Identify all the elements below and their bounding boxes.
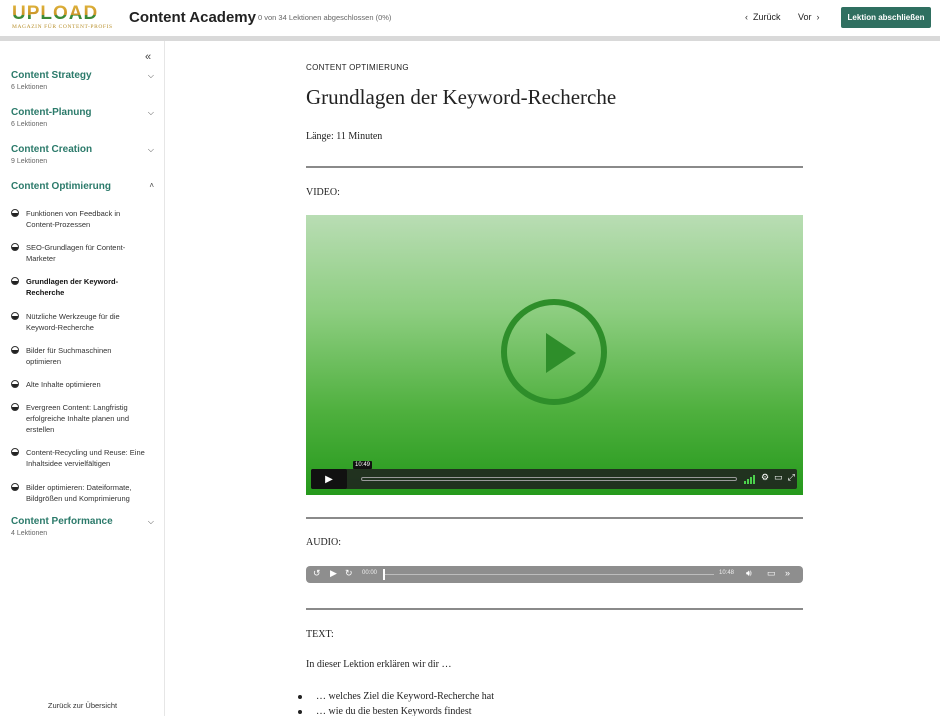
logo-subtitle: MAGAZIN FÜR CONTENT-PROFIS [12,24,113,30]
play-icon[interactable]: ▶ [330,568,337,579]
video-label: VIDEO: [306,187,340,198]
lesson-status-icon [11,448,19,456]
module-title: Content Creation [11,144,93,155]
speed-icon[interactable]: » [785,568,790,578]
chevron-left-icon: ‹ [745,12,748,22]
audio-scrubber[interactable] [383,569,385,580]
lesson-title: SEO-Grundlagen für Content-Marketer [26,243,126,263]
lesson-item[interactable]: Funktionen von Feedback in Content-Proze… [11,208,146,230]
list-item: … welches Ziel die Keyword-Recherche hat [298,691,494,702]
lesson-length: Länge: 11 Minuten [306,131,383,142]
lesson-status-icon [11,483,19,491]
module-eyebrow: CONTENT OPTIMIERUNG [306,63,409,72]
module-title: Content-Planung [11,107,92,118]
module-lesson-count: 6 Lektionen [11,121,48,128]
forward-icon[interactable]: ↻ [345,568,353,579]
video-controls: ▶ 10:49 ⚙ ▭ ⤢ [311,461,797,489]
rewind-icon[interactable]: ↺ [313,568,321,579]
module-lesson-count: 9 Lektionen [11,158,48,165]
audio-label: AUDIO: [306,537,341,548]
section-divider [306,166,803,168]
lesson-item[interactable]: Bilder für Suchmaschinen optimieren [11,345,146,367]
lesson-status-icon [11,380,19,388]
lesson-title: Content-Recycling und Reuse: Eine Inhalt… [26,448,145,468]
audio-player[interactable]: ↺ ▶ ↻ 00:00 10:48 🔊︎ ▭ » [306,566,803,583]
lesson-status-icon [11,277,19,285]
back-button[interactable]: ‹ Zurück [745,12,781,22]
lesson-title: Funktionen von Feedback in Content-Proze… [26,209,121,229]
cast-icon[interactable]: ▭ [767,568,776,579]
video-player[interactable]: ▶ 10:49 ⚙ ▭ ⤢ [306,215,803,495]
module-content-optimierung[interactable]: Content Optimierung ˄ [11,181,156,192]
lesson-title: Evergreen Content: Langfristig erfolgrei… [26,403,129,434]
lesson-status-icon [11,209,19,217]
app-title: Content Academy [129,9,256,26]
module-content-planung[interactable]: Content-Planung 6 Lektionen ⌵ [11,107,156,128]
lesson-item[interactable]: Alte Inhalte optimieren [11,379,146,390]
lesson-title: Grundlagen der Keyword-Recherche [306,85,617,109]
double-chevron-left-icon[interactable]: « [145,51,151,63]
video-control-icons: ⚙ ▭ ⤢ [761,472,795,483]
lesson-bullet-list: … welches Ziel die Keyword-Recherche hat… [298,691,494,716]
lesson-title: Grundlagen der Keyword-Recherche [26,277,119,297]
chevron-down-icon: ⌵ [147,108,154,117]
module-lesson-count: 4 Lektionen [11,530,48,537]
chevron-down-icon: ⌵ [147,517,154,526]
module-content-creation[interactable]: Content Creation 9 Lektionen ⌵ [11,144,156,165]
lesson-item[interactable]: SEO-Grundlagen für Content-Marketer [11,242,146,264]
audio-progress-bar[interactable] [384,574,714,575]
lesson-status-icon [11,403,19,411]
text-intro: In dieser Lektion erklären wir dir … [306,659,452,670]
lesson-item[interactable]: Bilder optimieren: Dateiformate, Bildgrö… [11,482,146,504]
next-label: Vor [798,12,812,22]
course-progress: 0 von 34 Lektionen abgeschlossen (0%) [258,13,392,22]
audio-current-time: 00:00 [362,570,378,576]
lesson-status-icon [11,243,19,251]
top-bar: UPLOAD MAGAZIN FÜR CONTENT-PROFIS Conten… [0,0,940,36]
chevron-right-icon: › [816,12,820,22]
lesson-title: Nützliche Werkzeuge für die Keyword-Rech… [26,312,120,332]
video-duration: 10:49 [353,461,373,469]
chevron-up-icon: ˄ [149,181,154,190]
module-title: Content Strategy [11,70,92,81]
back-label: Zurück [753,12,781,22]
volume-icon[interactable]: 🔊︎ [746,568,752,579]
lesson-item[interactable]: Evergreen Content: Langfristig erfolgrei… [11,402,146,435]
lesson-item[interactable]: Nützliche Werkzeuge für die Keyword-Rech… [11,311,146,333]
lesson-title: Alte Inhalte optimieren [26,380,101,389]
audio-duration: 10:48 [719,570,735,576]
video-progress-bar[interactable] [361,477,737,481]
lesson-status-icon [11,346,19,354]
section-divider [306,517,803,519]
back-to-overview-link[interactable]: Zurück zur Übersicht [0,701,165,710]
sidebar: « Content Strategy 6 Lektionen ⌵ Content… [0,41,165,716]
play-icon[interactable] [546,333,576,373]
module-lesson-count: 6 Lektionen [11,84,48,91]
module-title: Content Optimierung [11,181,111,192]
lesson-item-active[interactable]: Grundlagen der Keyword-Recherche [11,276,146,298]
list-item: … wie du die besten Keywords findest [298,706,494,716]
gear-icon[interactable]: ⚙ [761,472,769,483]
module-content-performance[interactable]: Content Performance 4 Lektionen ⌵ [11,516,156,537]
chevron-down-icon: ⌵ [147,145,154,154]
next-button[interactable]: Vor › [798,12,820,22]
fullscreen-icon[interactable]: ⤢ [788,472,795,483]
volume-icon[interactable] [744,474,756,484]
logo-word: UPLOAD [12,4,114,23]
section-divider [306,608,803,610]
text-label: TEXT: [306,629,334,640]
module-content-strategy[interactable]: Content Strategy 6 Lektionen ⌵ [11,70,156,91]
lesson-item[interactable]: Content-Recycling und Reuse: Eine Inhalt… [11,447,146,469]
lesson-title: Bilder für Suchmaschinen optimieren [26,346,112,366]
lesson-title: Bilder optimieren: Dateiformate, Bildgrö… [26,483,132,503]
complete-lesson-button[interactable]: Lektion abschließen [841,7,931,28]
module-title: Content Performance [11,516,113,527]
lesson-status-icon [11,312,19,320]
upload-logo[interactable]: UPLOAD MAGAZIN FÜR CONTENT-PROFIS [12,4,114,31]
chevron-down-icon: ⌵ [147,71,154,80]
cast-icon[interactable]: ▭ [774,472,783,483]
video-play-button[interactable]: ▶ [311,469,347,489]
